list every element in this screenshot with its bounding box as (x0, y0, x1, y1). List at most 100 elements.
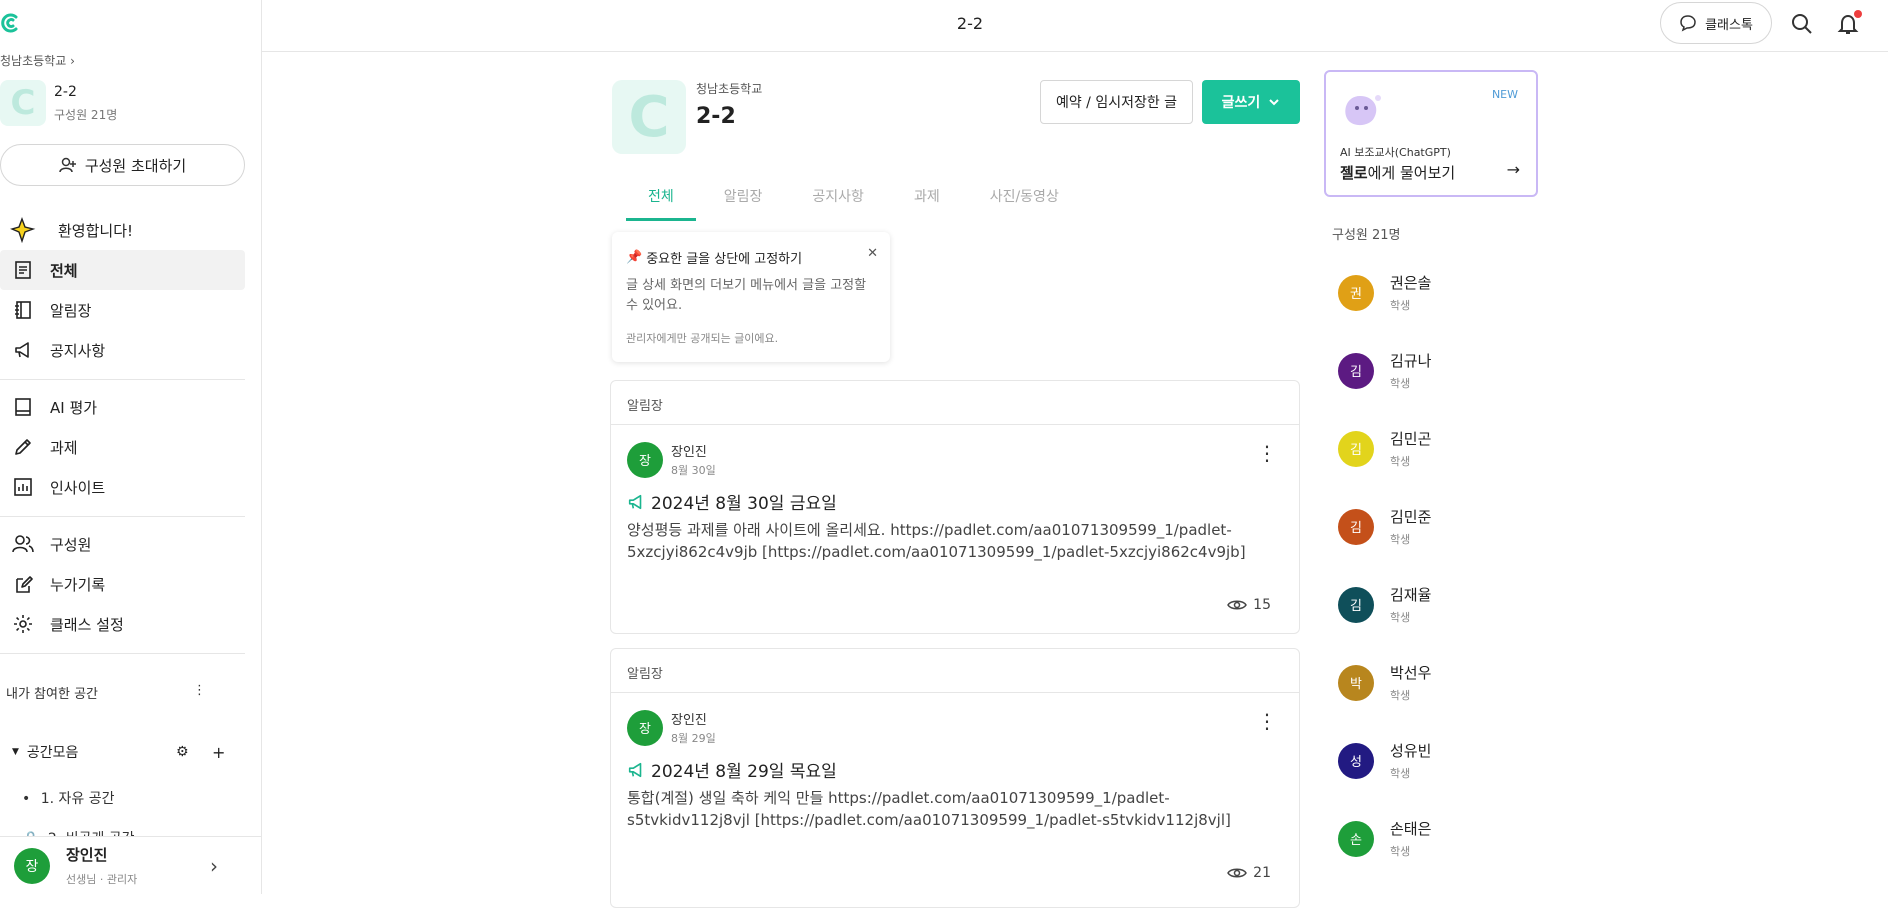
tab-notice-board[interactable]: 알림장 (702, 180, 785, 221)
reserved-drafts-button[interactable]: 예약 / 임시저장한 글 (1040, 80, 1193, 124)
notification-badge (1854, 10, 1862, 18)
nav-ai-eval[interactable]: AI 평가 (0, 387, 245, 427)
add-icon[interactable]: + (212, 743, 225, 762)
tab-all[interactable]: 전체 (626, 180, 696, 221)
top-bar: 2-2 클래스톡 (262, 0, 1888, 52)
member-item[interactable]: 박 박선우 학생 (1338, 662, 1431, 703)
member-item[interactable]: 김 김재율 학생 (1338, 584, 1431, 625)
nav-all-label: 전체 (50, 261, 78, 280)
members-header: 구성원 21명 (1332, 228, 1401, 243)
nav-records[interactable]: 누가기록 (0, 564, 245, 604)
nav-divider (0, 379, 245, 380)
member-item[interactable]: 김 김민준 학생 (1338, 506, 1431, 547)
view-count-value: 21 (1253, 865, 1271, 881)
tab-assignments[interactable]: 과제 (892, 180, 962, 221)
my-spaces-header: 내가 참여한 공간 ⋮ (6, 683, 206, 702)
nav-insights[interactable]: 인사이트 (0, 467, 245, 507)
nav-notice-board[interactable]: 알림장 (0, 290, 245, 330)
nav-welcome[interactable]: 환영합니다! (0, 210, 245, 250)
eye-icon (1227, 600, 1248, 610)
post-title-text: 2024년 8월 30일 금요일 (651, 494, 837, 514)
member-item[interactable]: 김 김규나 학생 (1338, 350, 1431, 391)
nav-divider (0, 516, 245, 517)
space-item-label: 1. 자유 공간 (40, 791, 115, 807)
member-item[interactable]: 손 손태은 학생 (1338, 818, 1431, 859)
avatar: 장 (627, 441, 663, 478)
avatar: 김 (1338, 352, 1374, 389)
member-count: 구성원 21명 (54, 107, 118, 122)
member-item[interactable]: 성 성유빈 학생 (1338, 740, 1431, 781)
member-item[interactable]: 김 김민곤 학생 (1338, 428, 1431, 469)
close-icon[interactable]: ✕ (867, 246, 878, 261)
ai-assistant-card[interactable]: NEW AI 보조교사(ChatGPT) 젤로에게 물어보기 → (1324, 70, 1538, 197)
settings-icon[interactable]: ⚙ (176, 744, 189, 760)
more-vertical-icon[interactable]: ⋮ (1257, 711, 1277, 731)
tab-media[interactable]: 사진/동영상 (968, 180, 1081, 221)
pin-tip-description: 글 상세 화면의 더보기 메뉴에서 글을 고정할 수 있어요. (626, 278, 867, 313)
member-name: 김민곤 (1390, 430, 1432, 448)
user-name: 장인진 (66, 846, 108, 864)
post-title-text: 2024년 8월 29일 목요일 (651, 762, 837, 782)
invite-members-button[interactable]: 구성원 초대하기 (0, 144, 245, 186)
nav-notice-board-label: 알림장 (50, 301, 92, 320)
post-body: 통합(계절) 생일 축하 케익 만들 https://padlet.com/aa… (627, 789, 1231, 829)
nav-announcements-label: 공지사항 (50, 341, 106, 360)
gear-icon (10, 611, 36, 637)
post-author: 장 장인진 8월 30일 (627, 441, 716, 478)
classum-logo-icon[interactable] (0, 12, 22, 34)
nav-all[interactable]: 전체 (0, 250, 245, 290)
chevron-down-icon (1269, 99, 1280, 106)
invite-label: 구성원 초대하기 (84, 156, 187, 175)
avatar: 박 (1338, 664, 1374, 701)
add-user-icon (59, 157, 76, 173)
class-avatar: C (0, 80, 46, 126)
nav-class-settings[interactable]: 클래스 설정 (0, 604, 245, 644)
space-item[interactable]: • 1. 자유 공간 (22, 788, 115, 808)
more-vertical-icon[interactable]: ⋮ (1257, 443, 1277, 463)
class-name: 2-2 (696, 104, 736, 129)
chevron-right-icon[interactable]: › (210, 854, 218, 878)
more-vertical-icon[interactable]: ⋮ (193, 683, 206, 702)
school-name: 청남초등학교 (0, 54, 67, 68)
bullet-icon: • (22, 791, 31, 807)
write-post-button[interactable]: 글쓰기 (1202, 80, 1300, 124)
post-card[interactable]: 알림장 장 장인진 8월 30일 ⋮ 2024년 8월 30일 금요일 양성평등… (610, 380, 1300, 634)
avatar: 성 (1338, 742, 1374, 779)
book-icon (10, 394, 36, 420)
member-role: 학생 (1390, 299, 1411, 312)
school-name: 청남초등학교 (696, 82, 763, 96)
post-date: 8월 30일 (671, 464, 716, 477)
member-name: 김민준 (1390, 508, 1432, 526)
bar-chart-icon (10, 474, 36, 500)
current-user-bar[interactable]: 장 장인진 선생님 · 관리자 › (0, 836, 261, 894)
pin-tip-note: 관리자에게만 공개되는 글이에요. (626, 332, 779, 345)
avatar: 권 (1338, 274, 1374, 311)
post-author: 장 장인진 8월 29일 (627, 709, 716, 746)
view-count: 21 (1227, 865, 1271, 881)
page-title: 2-2 (956, 14, 984, 33)
nav-divider (0, 653, 245, 654)
space-group[interactable]: ▼ 공간모음 ⚙ + (12, 742, 232, 762)
member-item[interactable]: 권 권은솔 학생 (1338, 272, 1431, 313)
nav-announcements[interactable]: 공지사항 (0, 330, 245, 370)
class-profile[interactable]: C 2-2 구성원 21명 (0, 80, 117, 126)
member-name: 김규나 (1390, 352, 1432, 370)
member-name: 권은솔 (1390, 274, 1432, 292)
member-name: 박선우 (1390, 664, 1432, 682)
avatar: 김 (1338, 586, 1374, 623)
megaphone-icon (10, 337, 36, 363)
tab-announcements[interactable]: 공지사항 (790, 180, 886, 221)
post-card[interactable]: 알림장 장 장인진 8월 29일 ⋮ 2024년 8월 29일 목요일 통합(계… (610, 648, 1300, 908)
nav-welcome-label: 환영합니다! (58, 221, 134, 240)
member-role: 학생 (1390, 455, 1411, 468)
ai-name: 젤로 (1340, 164, 1368, 182)
nav-assignments[interactable]: 과제 (0, 427, 245, 467)
school-breadcrumb[interactable]: 청남초등학교 › (0, 52, 75, 69)
class-avatar: C (612, 80, 686, 154)
view-count-value: 15 (1253, 597, 1271, 613)
classtalk-button[interactable]: 클래스톡 (1660, 2, 1772, 44)
member-role: 학생 (1390, 845, 1411, 858)
post-date: 8월 29일 (671, 732, 716, 745)
nav-members[interactable]: 구성원 (0, 524, 245, 564)
search-icon[interactable] (1790, 12, 1814, 36)
